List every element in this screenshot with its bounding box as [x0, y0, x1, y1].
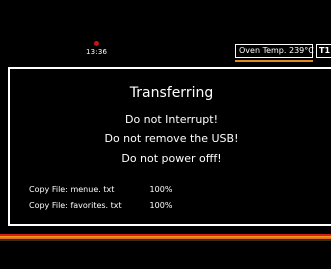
oven-temp-label: Oven Temp. [239, 46, 287, 55]
warning-usb: Do not remove the USB! [104, 132, 239, 145]
dialog-title: Transferring [129, 85, 214, 101]
oven-temp-underline [235, 60, 313, 62]
warning-interrupt: Do not Interrupt! [124, 113, 219, 126]
clock: 13:36 [86, 48, 108, 56]
copy-file-row: Copy File: menue. txt 100% [29, 185, 172, 194]
oven-temperature-display: Oven Temp. 239°C [235, 44, 314, 58]
copy-file-row: Copy File: favorites. txt 100% [29, 201, 172, 210]
warning-power: Do not power offf! [121, 152, 222, 165]
oven-temp-value: 239°C [288, 46, 314, 55]
transfer-dialog: Transferring Do not Interrupt! Do not re… [8, 67, 331, 226]
copy-file-progress: 100% [149, 201, 173, 210]
recording-indicator-icon [94, 41, 99, 46]
decorative-bar-dark [0, 239, 331, 241]
copy-file-progress: 100% [149, 185, 173, 194]
copy-file-label: Copy File: favorites. txt [29, 201, 122, 210]
timer-badge: T1 [316, 44, 331, 58]
oven-screen: 13:36 Oven Temp. 239°C T1 Transferring D… [0, 0, 331, 269]
copy-file-label: Copy File: menue. txt [29, 185, 115, 194]
